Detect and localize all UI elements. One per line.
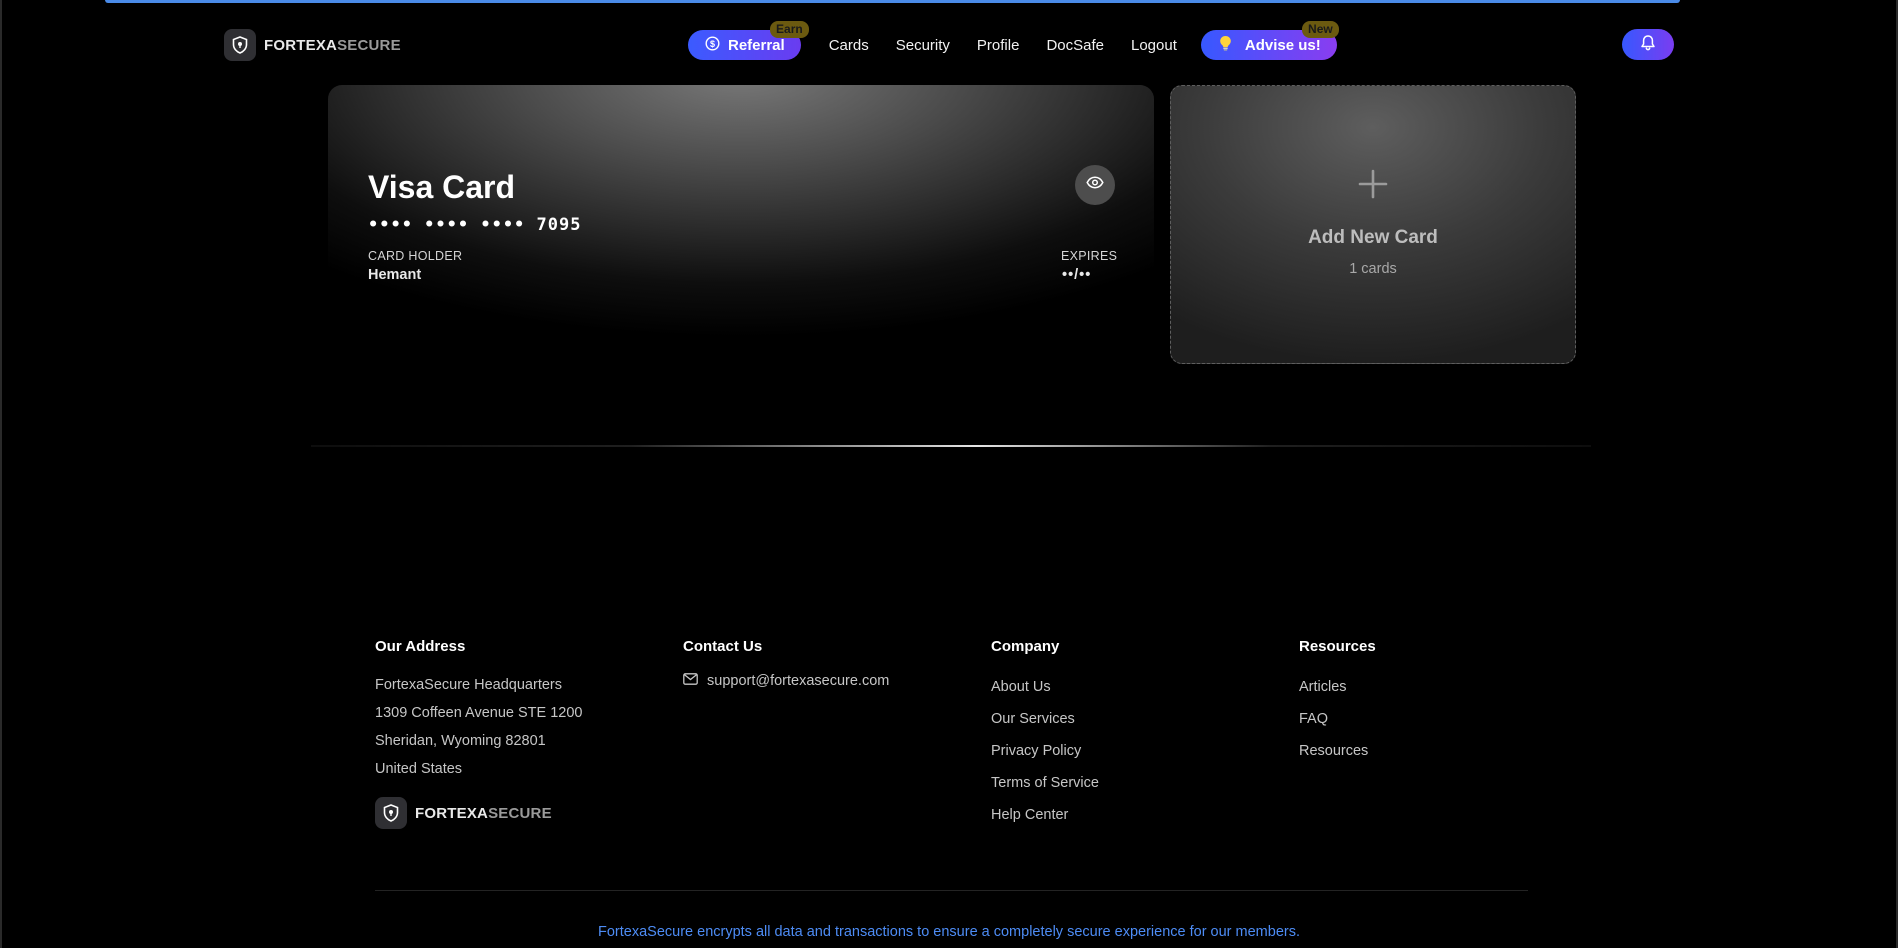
nav-link-logout[interactable]: Logout — [1131, 37, 1177, 54]
footer-link-our-services[interactable]: Our Services — [991, 703, 1099, 735]
mail-icon — [683, 673, 698, 689]
footer-divider — [375, 890, 1528, 891]
header-logo[interactable]: FORTEXASECURE — [224, 29, 401, 61]
brand-name: FORTEXASECURE — [415, 804, 552, 822]
support-email-link[interactable]: support@fortexasecure.com — [683, 673, 889, 689]
footer-link-resources[interactable]: Resources — [1299, 735, 1376, 767]
notifications-button[interactable] — [1622, 29, 1674, 60]
main-nav: $ Referral Earn Cards Security Profile D… — [688, 21, 1339, 60]
card-number: •••• •••• •••• 7095 — [368, 215, 582, 235]
earn-badge: Earn — [770, 21, 809, 38]
footer-link-articles[interactable]: Articles — [1299, 671, 1376, 703]
footer-link-faq[interactable]: FAQ — [1299, 703, 1376, 735]
resources-heading: Resources — [1299, 638, 1376, 655]
add-new-card-button[interactable]: Add New Card 1 cards — [1170, 85, 1576, 364]
footer-company: Company About Us Our Services Privacy Po… — [991, 638, 1099, 831]
contact-heading: Contact Us — [683, 638, 763, 655]
window-frame-left — [0, 0, 2, 948]
shield-logo-icon — [375, 797, 407, 829]
nav-link-security[interactable]: Security — [896, 37, 950, 54]
card-count: 1 cards — [1349, 261, 1397, 277]
card-holder-name: Hemant — [368, 267, 422, 283]
footer-address: Our Address FortexaSecure Headquarters 1… — [375, 638, 582, 829]
address-line: 1309 Coffeen Avenue STE 1200 — [375, 705, 583, 721]
footer-contact: Contact Us support@fortexasecure.com — [683, 638, 889, 689]
referral-button[interactable]: $ Referral Earn — [688, 21, 809, 60]
company-heading: Company — [991, 638, 1060, 655]
expires-value: ••/•• — [1062, 267, 1092, 283]
support-email: support@fortexasecure.com — [707, 673, 890, 689]
brand-name: FORTEXASECURE — [264, 36, 401, 54]
top-accent-bar — [105, 0, 1680, 3]
address-line: FortexaSecure Headquarters — [375, 677, 562, 693]
add-card-title: Add New Card — [1308, 227, 1438, 248]
expires-label: EXPIRES — [1061, 249, 1118, 263]
address-heading: Our Address — [375, 638, 466, 655]
nav-link-profile[interactable]: Profile — [977, 37, 1020, 54]
address-line: United States — [375, 761, 463, 777]
reveal-card-button[interactable] — [1075, 165, 1115, 205]
card-title: Visa Card — [368, 169, 516, 205]
advise-us-button[interactable]: Advise us! New — [1200, 21, 1339, 60]
advise-label: Advise us! — [1244, 36, 1321, 54]
new-badge: New — [1302, 21, 1339, 38]
footer-link-privacy-policy[interactable]: Privacy Policy — [991, 735, 1099, 767]
footer-link-about-us[interactable]: About Us — [991, 671, 1099, 703]
referral-label: Referral — [728, 36, 785, 54]
bell-icon — [1640, 34, 1656, 56]
svg-text:$: $ — [710, 38, 715, 48]
footer-link-terms-of-service[interactable]: Terms of Service — [991, 767, 1099, 799]
eye-icon — [1086, 176, 1104, 194]
shield-logo-icon — [224, 29, 256, 61]
nav-link-docsafe[interactable]: DocSafe — [1046, 37, 1104, 54]
dollar-coin-icon: $ — [705, 35, 720, 55]
lightbulb-icon — [1219, 35, 1232, 55]
footer-link-help-center[interactable]: Help Center — [991, 799, 1099, 831]
security-note: FortexaSecure encrypts all data and tran… — [598, 924, 1300, 940]
address-line: Sheridan, Wyoming 82801 — [375, 733, 546, 749]
footer-resources: Resources Articles FAQ Resources — [1299, 638, 1376, 767]
card-holder-label: CARD HOLDER — [368, 249, 463, 263]
nav-link-cards[interactable]: Cards — [829, 37, 869, 54]
section-divider — [311, 445, 1591, 447]
plus-icon — [1171, 168, 1575, 205]
footer-logo[interactable]: FORTEXASECURE — [375, 797, 582, 829]
visa-card[interactable]: Visa Card •••• •••• •••• 7095 CARD HOLDE… — [328, 85, 1154, 365]
